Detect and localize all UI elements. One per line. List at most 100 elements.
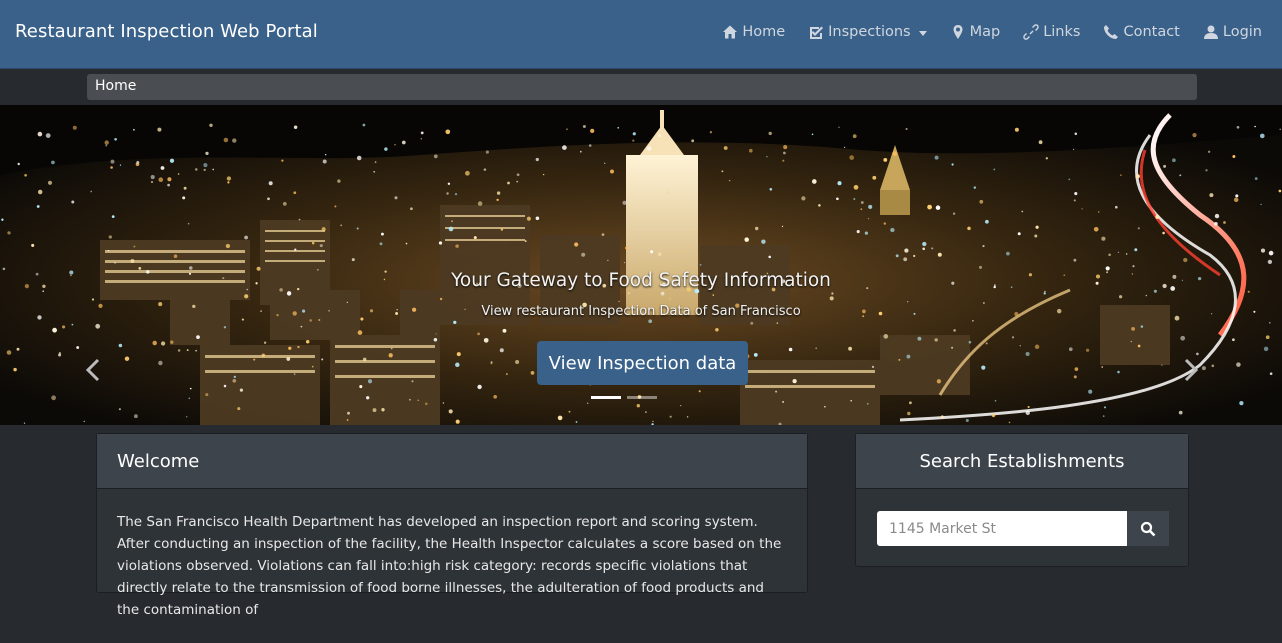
nav-map[interactable]: Map bbox=[950, 24, 1000, 40]
city-light bbox=[288, 346, 292, 350]
city-light bbox=[829, 296, 834, 301]
city-light bbox=[1260, 248, 1266, 253]
carousel-next-button[interactable] bbox=[1180, 358, 1200, 382]
city-light bbox=[1207, 150, 1211, 154]
breadcrumb-home[interactable]: Home bbox=[95, 78, 136, 94]
city-light bbox=[792, 378, 797, 384]
city-light bbox=[1074, 132, 1078, 136]
city-light bbox=[1073, 375, 1077, 379]
city-light bbox=[658, 134, 661, 137]
city-light bbox=[985, 342, 988, 345]
city-light bbox=[516, 173, 520, 177]
city-light bbox=[1260, 203, 1262, 206]
city-light bbox=[133, 414, 138, 419]
city-light bbox=[768, 255, 771, 259]
city-light bbox=[367, 379, 373, 384]
city-light bbox=[451, 220, 453, 223]
city-light bbox=[177, 173, 180, 175]
city-light bbox=[709, 131, 713, 134]
city-light bbox=[749, 148, 753, 153]
city-light bbox=[158, 360, 163, 366]
city-light bbox=[169, 158, 175, 163]
city-light bbox=[356, 227, 359, 230]
city-light bbox=[110, 159, 115, 164]
nav-links[interactable]: Links bbox=[1023, 24, 1080, 40]
city-light bbox=[293, 373, 296, 376]
city-light bbox=[196, 335, 200, 339]
city-light bbox=[1267, 259, 1273, 265]
city-light bbox=[1162, 231, 1165, 235]
city-light bbox=[453, 320, 457, 325]
city-light bbox=[1214, 221, 1218, 226]
city-light bbox=[372, 408, 377, 413]
city-light bbox=[1134, 248, 1138, 252]
city-light bbox=[811, 133, 814, 136]
city-light bbox=[227, 181, 230, 184]
city-light bbox=[754, 226, 759, 231]
city-light bbox=[1236, 362, 1241, 367]
nav-inspections[interactable]: Inspections bbox=[808, 24, 927, 40]
breadcrumb: Home bbox=[87, 74, 1197, 100]
city-light bbox=[1017, 232, 1021, 236]
nav-contact[interactable]: Contact bbox=[1103, 24, 1180, 40]
city-light bbox=[6, 350, 12, 355]
carousel-indicator[interactable] bbox=[591, 396, 621, 399]
city-light bbox=[582, 124, 586, 129]
city-light bbox=[972, 319, 974, 322]
city-light bbox=[232, 378, 237, 383]
city-light bbox=[1265, 335, 1270, 340]
city-light bbox=[1125, 253, 1128, 255]
city-light bbox=[1247, 290, 1250, 293]
carousel-indicator[interactable] bbox=[627, 396, 657, 399]
map-marker-icon bbox=[950, 24, 966, 40]
city-light bbox=[691, 139, 695, 143]
city-light bbox=[223, 137, 229, 143]
city-light bbox=[160, 166, 165, 170]
city-light bbox=[477, 384, 482, 390]
city-light bbox=[815, 347, 818, 350]
phone-icon bbox=[1103, 24, 1119, 40]
city-light bbox=[604, 162, 606, 164]
city-light bbox=[185, 415, 188, 418]
home-icon bbox=[722, 24, 738, 40]
city-light bbox=[502, 328, 507, 333]
nav-login[interactable]: Login bbox=[1203, 24, 1262, 40]
city-light bbox=[186, 349, 189, 352]
city-light bbox=[152, 340, 157, 346]
city-light bbox=[1038, 140, 1043, 145]
city-light bbox=[769, 188, 773, 191]
city-light bbox=[359, 385, 363, 389]
city-light bbox=[110, 166, 113, 169]
city-light bbox=[515, 359, 520, 365]
nav-home[interactable]: Home bbox=[722, 24, 785, 40]
city-light bbox=[118, 408, 121, 411]
city-light bbox=[607, 259, 609, 262]
city-light bbox=[1117, 251, 1120, 254]
city-light bbox=[952, 212, 956, 215]
city-light bbox=[872, 175, 877, 180]
city-light bbox=[647, 146, 652, 151]
city-light bbox=[1073, 148, 1075, 150]
carousel-prev-button[interactable] bbox=[84, 358, 104, 382]
carousel-subtitle: View restaurant Inspection Data of San F… bbox=[481, 304, 801, 319]
city-light bbox=[244, 294, 249, 299]
city-light bbox=[676, 250, 678, 253]
city-light bbox=[445, 129, 451, 135]
city-light bbox=[1025, 351, 1030, 357]
city-light bbox=[72, 125, 77, 130]
city-light bbox=[346, 301, 348, 303]
view-inspection-button[interactable]: View Inspection data bbox=[537, 341, 748, 385]
city-light bbox=[1196, 352, 1199, 356]
city-light bbox=[781, 225, 784, 228]
city-light bbox=[1118, 295, 1123, 299]
welcome-text: The San Francisco Health Department has … bbox=[117, 514, 782, 618]
brand-title[interactable]: Restaurant Inspection Web Portal bbox=[15, 21, 318, 42]
search-input[interactable] bbox=[877, 511, 1127, 546]
city-light bbox=[931, 247, 934, 250]
search-button[interactable] bbox=[1127, 511, 1169, 546]
city-light bbox=[657, 252, 662, 256]
city-light bbox=[1209, 193, 1214, 198]
city-light bbox=[334, 205, 337, 208]
city-light bbox=[1101, 366, 1103, 368]
city-light bbox=[1279, 128, 1281, 130]
